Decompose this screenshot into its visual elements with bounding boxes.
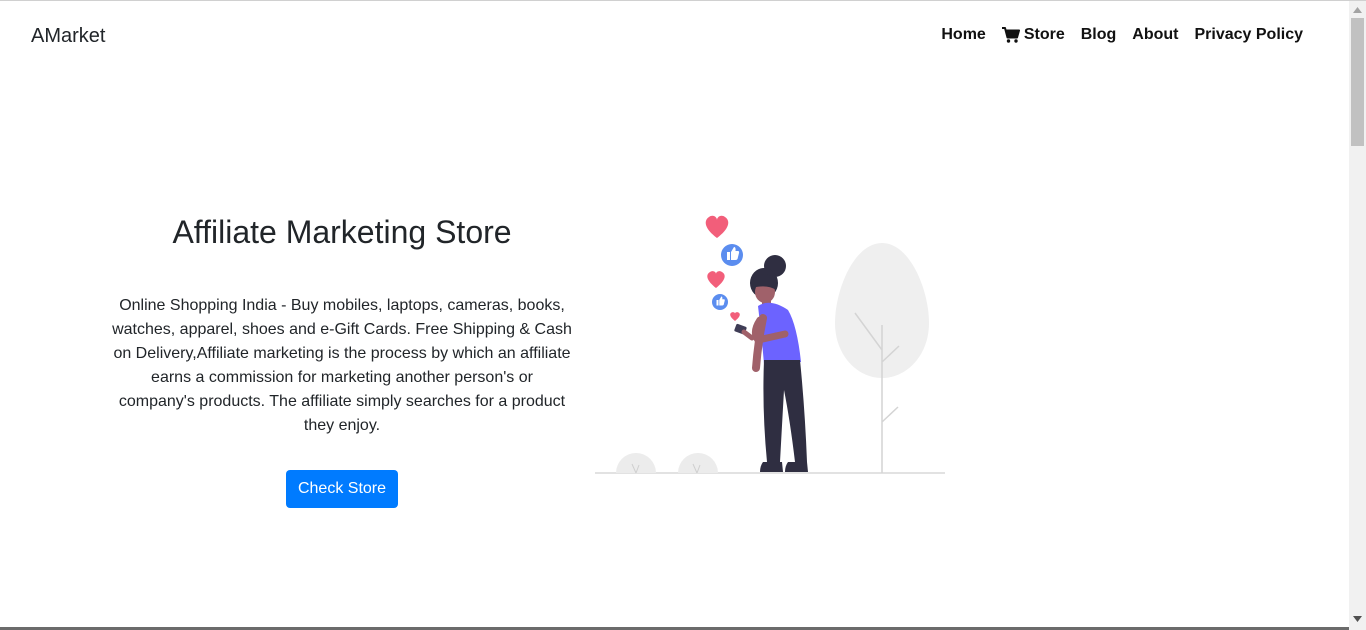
social-media-illustration [595, 215, 945, 474]
nav-link-privacy-policy[interactable]: Privacy Policy [1186, 26, 1311, 44]
scroll-up-arrow-icon[interactable] [1349, 1, 1366, 18]
check-store-button[interactable]: Check Store [286, 470, 398, 508]
heart-icon [707, 271, 725, 288]
nav-links: Home Store Blog About Privacy Policy [933, 26, 1311, 44]
nav-link-label: About [1132, 26, 1179, 43]
nav-link-home[interactable]: Home [933, 26, 993, 44]
heart-icon [730, 312, 740, 321]
person-figure [734, 255, 808, 472]
nav-link-blog[interactable]: Blog [1073, 26, 1125, 44]
shopping-cart-icon [1001, 27, 1020, 43]
heart-icon [705, 215, 729, 238]
nav-link-label: Blog [1080, 26, 1117, 43]
hero-title: Affiliate Marketing Store [172, 214, 512, 250]
hero-description: Online Shopping India - Buy mobiles, lap… [112, 297, 572, 434]
vertical-scrollbar[interactable] [1349, 1, 1366, 630]
brand-logo[interactable]: AMarket [31, 25, 105, 48]
nav-link-store[interactable]: Store [994, 26, 1073, 44]
nav-link-label: Privacy Policy [1194, 26, 1303, 43]
nav-link-about[interactable]: About [1124, 26, 1186, 44]
navbar: AMarket Home Store Blog About Privacy Po… [0, 1, 1349, 71]
scrollbar-thumb[interactable] [1351, 18, 1364, 146]
nav-link-label: Home [941, 26, 986, 43]
scroll-down-arrow-icon[interactable] [1349, 610, 1366, 627]
bush-shape [616, 453, 656, 473]
nav-link-label: Store [1023, 26, 1065, 43]
